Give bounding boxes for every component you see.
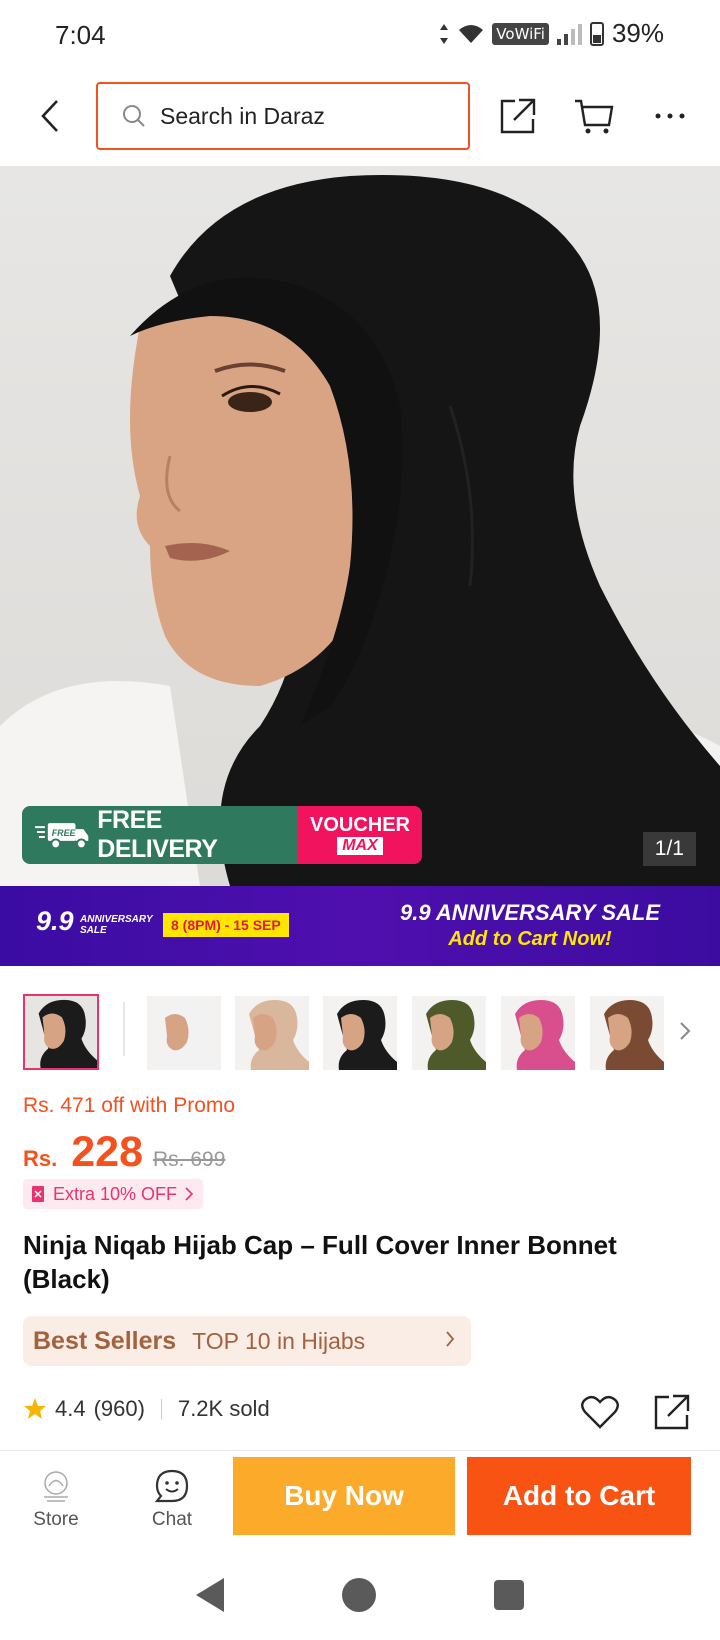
data-arrows-icon <box>440 23 449 44</box>
free-delivery-text: FREE DELIVERY <box>97 806 218 863</box>
product-title: Ninja Niqab Hijab Cap – Full Cover Inner… <box>23 1230 617 1294</box>
nav-recents-icon[interactable] <box>494 1580 524 1610</box>
thumbnail-5[interactable] <box>412 996 486 1070</box>
thumbnail-2[interactable] <box>147 996 221 1070</box>
chat-button[interactable]: Chat <box>132 1469 212 1531</box>
more-button[interactable] <box>648 94 692 138</box>
back-arrow-icon <box>41 100 58 132</box>
extra-off-badge[interactable]: Extra 10% OFF <box>23 1179 204 1209</box>
wishlist-button[interactable] <box>578 1390 622 1434</box>
nav-home-icon[interactable] <box>342 1578 376 1612</box>
status-bar: 7:04 VoWiFi 39% <box>0 0 720 72</box>
search-icon <box>123 105 145 127</box>
price-currency: Rs. <box>23 1146 58 1171</box>
add-to-cart-button[interactable]: Add to Cart <box>467 1457 691 1535</box>
chevron-right-icon <box>185 1187 194 1201</box>
thumbnail-4[interactable] <box>323 996 397 1070</box>
share-button[interactable] <box>496 94 540 138</box>
original-price: Rs. 699 <box>153 1148 226 1171</box>
product-photo <box>0 175 720 886</box>
sale-banner[interactable]: 9.9 ANNIVERSARY SALE 8 (8PM) - 15 SEP 9.… <box>0 886 720 966</box>
cart-button[interactable] <box>572 94 616 138</box>
share-product-button[interactable] <box>650 1390 694 1434</box>
image-counter: 1/1 <box>642 832 696 866</box>
thumbnail-1[interactable] <box>23 994 99 1070</box>
vowifi-badge: VoWiFi <box>492 22 549 45</box>
search-input[interactable]: Search in Daraz <box>96 82 470 150</box>
thumbnail-image <box>412 996 486 1070</box>
signal-icon <box>556 23 582 45</box>
more-icon <box>655 113 685 119</box>
share-icon <box>500 98 536 134</box>
best-sellers-badge[interactable]: Best Sellers TOP 10 in Hijabs <box>23 1316 471 1366</box>
promo-badge: FREE FREE DELIVERY VOUCHER MAX <box>22 806 422 864</box>
thumbnail-3[interactable] <box>235 996 309 1070</box>
thumbnail-6[interactable] <box>501 996 575 1070</box>
store-label: Store <box>33 1509 79 1530</box>
sale-logo-number: 9.9 <box>36 906 74 936</box>
max-text: MAX <box>337 837 383 855</box>
thumb-divider <box>123 1002 125 1056</box>
thumbnail-7[interactable] <box>590 996 664 1070</box>
rating-divider <box>160 1399 162 1419</box>
price-value: 228 <box>71 1128 143 1176</box>
sale-dates: 8 (8PM) - 15 SEP <box>163 913 289 937</box>
wifi-icon <box>459 24 484 43</box>
delivery-truck-icon: FREE <box>34 823 89 850</box>
price-row: Rs. 228 Rs. 699 <box>23 1128 225 1177</box>
thumbnail-image <box>590 996 664 1070</box>
thumbnail-image <box>147 996 221 1070</box>
free-text: FREE <box>52 828 77 838</box>
rating-count: (960) <box>93 1396 145 1421</box>
top-header: Search in Daraz <box>0 72 720 162</box>
cart-icon <box>575 99 614 134</box>
search-placeholder: Search in Daraz <box>160 102 325 129</box>
back-button[interactable] <box>30 94 70 138</box>
battery-percent: 39% <box>611 18 664 48</box>
store-logo-icon <box>44 1471 68 1502</box>
thumbnail-next-button[interactable] <box>672 1016 698 1046</box>
extra-off-text: Extra 10% OFF <box>53 1183 178 1204</box>
best-sellers-rank: TOP 10 in Hijabs <box>192 1327 366 1354</box>
system-nav-bar <box>0 1550 720 1640</box>
thumbnail-image <box>323 996 397 1070</box>
chat-icon <box>154 1469 189 1503</box>
sale-title: 9.9 ANNIVERSARY SALE <box>399 900 660 925</box>
sale-subtitle: Add to Cart Now! <box>448 928 612 950</box>
heart-icon <box>581 1395 619 1429</box>
status-time: 7:04 <box>55 20 106 50</box>
product-image[interactable]: FREE FREE DELIVERY VOUCHER MAX 1/1 <box>0 166 720 886</box>
status-icons: VoWiFi 39% <box>438 18 664 49</box>
rating-row[interactable]: 4.4 (960) 7.2K sold <box>23 1396 270 1422</box>
voucher-max-badge: VOUCHER MAX <box>298 806 422 864</box>
free-delivery-badge: FREE FREE DELIVERY <box>22 806 298 864</box>
thumbnail-image <box>501 996 575 1070</box>
voucher-text: VOUCHER <box>309 814 410 836</box>
battery-icon <box>589 21 604 46</box>
sale-logo-text: ANNIVERSARY SALE <box>80 914 153 936</box>
buy-now-button[interactable]: Buy Now <box>233 1457 455 1535</box>
rating-score: 4.4 <box>55 1396 86 1421</box>
promo-savings-text: Rs. 471 off with Promo <box>23 1094 236 1117</box>
thumbnail-image <box>235 996 309 1070</box>
voucher-icon <box>32 1186 44 1202</box>
bottom-action-bar: Store Chat Buy Now Add to Cart <box>0 1450 720 1550</box>
thumbnail-image <box>25 996 97 1068</box>
chevron-right-icon <box>680 1022 691 1040</box>
thumbnail-strip <box>0 992 720 1072</box>
share-icon <box>654 1394 690 1430</box>
nav-back-icon[interactable] <box>196 1578 224 1612</box>
star-icon <box>24 1398 46 1419</box>
chevron-right-icon <box>446 1331 455 1347</box>
sold-count: 7.2K sold <box>177 1396 270 1421</box>
best-sellers-label: Best Sellers <box>33 1326 177 1355</box>
chat-label: Chat <box>151 1509 193 1530</box>
store-button[interactable]: Store <box>16 1469 96 1531</box>
